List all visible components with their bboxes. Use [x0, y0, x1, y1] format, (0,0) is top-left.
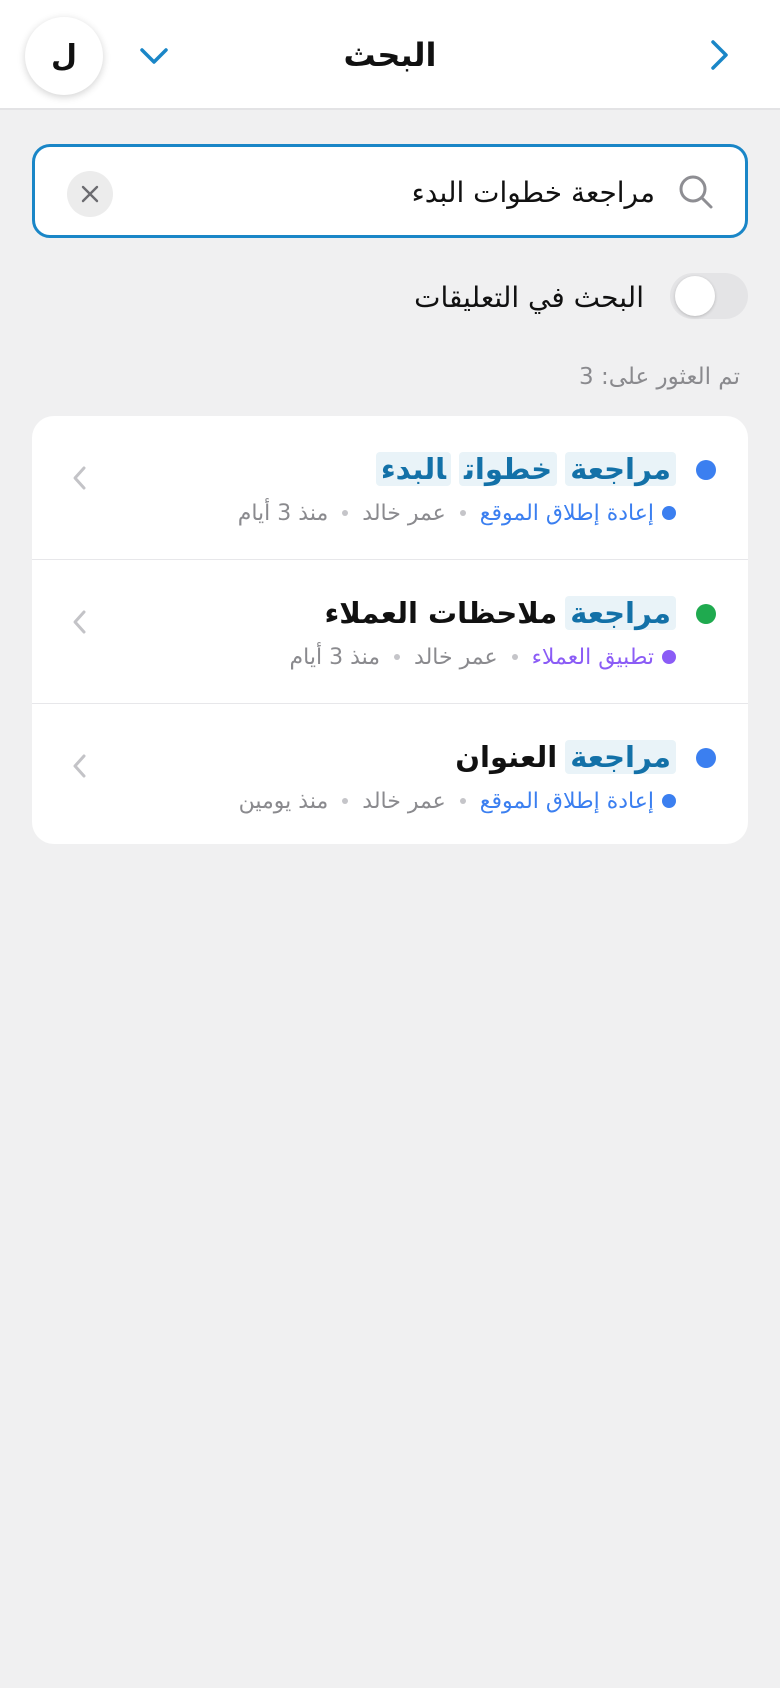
- result-title: مراجعةخطواتالبدء: [368, 446, 676, 492]
- project-dot: [662, 506, 676, 520]
- highlight: مراجعة: [565, 452, 676, 486]
- toggle-knob: [675, 276, 715, 316]
- result-meta: إعادة إطلاق الموقع عمر خالد منذ يومين: [239, 784, 676, 818]
- search-comments-row: البحث في التعليقات: [32, 270, 748, 324]
- search-icon: [679, 175, 713, 209]
- chevron-down-icon: [140, 48, 168, 64]
- separator-dot: [511, 654, 518, 660]
- result-title: مراجعةملاحظات العملاء: [324, 590, 676, 636]
- page-title: البحث: [343, 36, 437, 74]
- chevron-left-icon: [73, 610, 86, 634]
- result-item[interactable]: مراجعةخطواتالبدء إعادة إطلاق الموقع عمر …: [32, 416, 748, 560]
- result-item[interactable]: مراجعةملاحظات العملاء تطبيق العملاء عمر …: [32, 560, 748, 704]
- separator-dot: [459, 510, 466, 516]
- separator-dot: [342, 798, 349, 804]
- search-comments-toggle[interactable]: [670, 273, 748, 319]
- author-name: عمر خالد: [414, 644, 498, 670]
- results-count: تم العثور على: 3: [579, 364, 740, 390]
- status-dot: [696, 748, 716, 768]
- avatar[interactable]: ل: [25, 17, 103, 95]
- result-meta: تطبيق العملاء عمر خالد منذ 3 أيام: [290, 640, 676, 674]
- highlight: مراجعة: [565, 740, 676, 774]
- result-item[interactable]: مراجعةالعنوان إعادة إطلاق الموقع عمر خال…: [32, 704, 748, 844]
- time-ago: منذ 3 أيام: [237, 500, 329, 526]
- chevron-left-icon: [73, 466, 86, 490]
- author-name: عمر خالد: [362, 500, 446, 526]
- project-dot: [662, 794, 676, 808]
- workspace-menu-button[interactable]: [134, 36, 174, 76]
- highlight: البدء: [375, 452, 452, 486]
- project-dot: [662, 650, 676, 664]
- highlight: خطوات: [459, 452, 558, 486]
- author-name: عمر خالد: [362, 788, 446, 814]
- time-ago: منذ 3 أيام: [289, 644, 381, 670]
- separator-dot: [459, 798, 466, 804]
- highlight: مراجعة: [565, 596, 676, 630]
- result-title: مراجعةالعنوان: [455, 734, 676, 780]
- status-dot: [696, 460, 716, 480]
- project-name: إعادة إطلاق الموقع: [479, 788, 654, 814]
- status-dot: [696, 604, 716, 624]
- separator-dot: [342, 510, 349, 516]
- time-ago: منذ يومين: [238, 788, 329, 814]
- project-name: إعادة إطلاق الموقع: [479, 500, 654, 526]
- project-name: تطبيق العملاء: [531, 644, 654, 670]
- clear-search-button[interactable]: [67, 171, 113, 217]
- search-comments-label: البحث في التعليقات: [414, 281, 644, 314]
- results-list: مراجعةخطواتالبدء إعادة إطلاق الموقع عمر …: [32, 416, 748, 844]
- chevron-left-icon: [73, 754, 86, 778]
- search-input[interactable]: [175, 167, 655, 217]
- top-bar: البحث ل: [0, 0, 780, 110]
- close-icon: [81, 185, 99, 203]
- separator-dot: [394, 654, 401, 660]
- result-meta: إعادة إطلاق الموقع عمر خالد منذ 3 أيام: [238, 496, 676, 530]
- title-text: ملاحظات العملاء: [324, 596, 558, 630]
- title-text: العنوان: [455, 740, 558, 774]
- search-box: [32, 144, 748, 238]
